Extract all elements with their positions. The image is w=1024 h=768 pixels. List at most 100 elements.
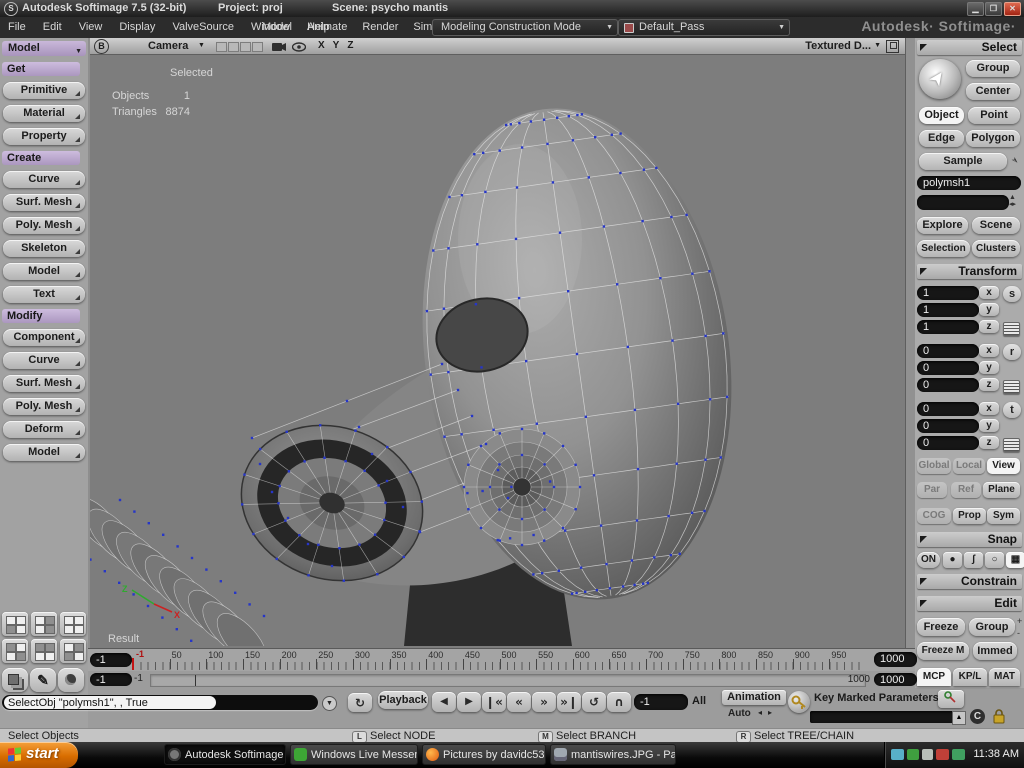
go-to-end-button[interactable]: »❙ (557, 692, 581, 712)
left-get-primitive-button[interactable]: Primitive (3, 82, 85, 99)
parameter-up-button[interactable]: ▲ (952, 711, 966, 725)
transform-axis-x-button[interactable]: x (979, 344, 999, 357)
transform-t-z-field[interactable]: 0 (917, 436, 979, 450)
go-to-start-button[interactable]: ❙« (482, 692, 506, 712)
viewport-letter-button[interactable]: B (94, 39, 109, 54)
auto-key-label[interactable]: Auto (728, 708, 751, 719)
viewport-3d-canvas[interactable] (90, 54, 905, 646)
sample-button[interactable]: Sample (919, 153, 1007, 170)
transform-s-x-field[interactable]: 1 (917, 286, 979, 300)
range-start-field[interactable]: -1 (90, 673, 132, 686)
camera-view-dropdown[interactable]: Camera (148, 38, 188, 54)
script-command-input[interactable] (4, 696, 216, 709)
transform-r-x-field[interactable]: 0 (917, 344, 979, 358)
tab-mat[interactable]: MAT (989, 668, 1020, 686)
viewport-memo-4[interactable] (252, 42, 263, 52)
update-tray-icon[interactable] (922, 749, 933, 760)
task-pictures-by-davidc53[interactable]: Pictures by davidc53... (422, 744, 546, 765)
left-create-skeleton-button[interactable]: Skeleton (3, 240, 85, 257)
messenger-tray-icon[interactable] (907, 749, 919, 760)
transform-s-y-field[interactable]: 1 (917, 303, 979, 317)
left-modify-curve-button[interactable]: Curve (3, 352, 85, 369)
task-mantiswires-jpg-paint[interactable]: mantiswires.JPG - Paint (550, 744, 676, 765)
left-create-curve-button[interactable]: Curve (3, 171, 85, 188)
menu-view[interactable]: View (79, 17, 103, 37)
transform-r-y-field[interactable]: 0 (917, 361, 979, 375)
ref-sym-button[interactable]: Sym (987, 508, 1020, 524)
range-end-field[interactable]: 1000 (874, 673, 917, 686)
volume-tray-icon[interactable] (952, 749, 965, 760)
range-slider-handle[interactable] (195, 675, 196, 686)
selection-name-field[interactable]: polymsh1 (917, 176, 1021, 190)
selection-extra-field[interactable] (917, 195, 1009, 210)
selection-button[interactable]: Selection (917, 240, 970, 257)
playhead-marker[interactable] (132, 658, 134, 670)
transform-axis-y-button[interactable]: y (979, 303, 999, 316)
toolbar-menu-animate[interactable]: Animate (307, 17, 347, 37)
left-modify-component-button[interactable]: Component (3, 329, 85, 346)
close-button[interactable]: ✕ (1004, 2, 1021, 16)
command-history-dropdown[interactable]: ▼ (322, 696, 337, 711)
transform-axis-x-button[interactable]: x (979, 286, 999, 299)
transform-panel-header[interactable]: Transform (917, 264, 1022, 279)
left-modify-deform-button[interactable]: Deform (3, 421, 85, 438)
transform-s-z-field[interactable]: 1 (917, 320, 979, 334)
transform-r-list-icon[interactable] (1003, 380, 1020, 394)
menu-display[interactable]: Display (119, 17, 155, 37)
edit-group-button[interactable]: Group (969, 618, 1015, 636)
minimize-button[interactable]: ▁ (967, 2, 984, 16)
filter-object-button[interactable]: Object (919, 107, 964, 124)
left-create-text-button[interactable]: Text (3, 286, 85, 303)
key-marked-parameters-button[interactable]: Key Marked Parameters (814, 692, 939, 704)
viewport-memo-2[interactable] (228, 42, 239, 52)
toolbar-mode-dropdown[interactable]: Model (2, 41, 86, 56)
viewport-memo-1[interactable] (216, 42, 227, 52)
toolbar-menu-render[interactable]: Render (362, 17, 398, 37)
ref-cog-button[interactable]: COG (917, 508, 951, 524)
title-bar[interactable]: S Autodesk Softimage 7.5 (32-bit) Projec… (0, 0, 1024, 17)
task-autodesk-softimage[interactable]: Autodesk Softimage ... (164, 744, 286, 765)
audio-toggle-button[interactable]: ∩ (607, 692, 631, 712)
left-modify-poly-mesh-button[interactable]: Poly. Mesh (3, 398, 85, 415)
toolbar-menu-model[interactable]: Model (262, 17, 292, 37)
snap-grid-button[interactable]: ▦ (1006, 552, 1024, 568)
viewport-axis-buttons[interactable]: XYZ (318, 38, 361, 54)
viewport-axis-z[interactable]: Z (347, 40, 361, 51)
left-get-property-button[interactable]: Property (3, 128, 85, 145)
layout-preset-5-button[interactable] (31, 639, 57, 663)
ref-ref-button[interactable]: Ref (951, 482, 981, 498)
tab-kp-l[interactable]: KP/L (953, 668, 987, 686)
snap-on-button[interactable]: ON (917, 552, 940, 568)
snap-curve-button[interactable]: ʃ (964, 552, 983, 568)
ref-global-button[interactable]: Global (917, 458, 951, 474)
snap-boundary-button[interactable]: ○ (985, 552, 1004, 568)
viewport-memo-3[interactable] (240, 42, 251, 52)
left-create-surf-mesh-button[interactable]: Surf. Mesh (3, 194, 85, 211)
immed-button[interactable]: Immed (973, 642, 1017, 660)
timeline-end-field[interactable]: 1000 (874, 652, 917, 667)
snap-point-button[interactable]: ● (943, 552, 962, 568)
frame-step-back-button[interactable]: ◀ (432, 692, 456, 712)
selection-spinner[interactable]: ▲◂▸ (1009, 194, 1016, 208)
sample-flyout-icon[interactable]: ➣ (1008, 154, 1021, 167)
left-create-model-button[interactable]: Model (3, 263, 85, 280)
layout-preset-3-button[interactable] (60, 612, 86, 636)
transform-axis-y-button[interactable]: y (979, 419, 999, 432)
select-group-button[interactable]: Group (966, 60, 1020, 77)
select-center-button[interactable]: Center (966, 83, 1020, 100)
menu-file[interactable]: File (8, 17, 26, 37)
auto-next-button[interactable]: ▸ (768, 708, 772, 717)
all-button[interactable]: All (692, 695, 706, 707)
auto-prev-button[interactable]: ◂ (758, 708, 762, 717)
snap-panel-header[interactable]: Snap (917, 532, 1022, 547)
character-key-icon[interactable]: C (970, 709, 985, 724)
filter-polygon-button[interactable]: Polygon (966, 130, 1020, 147)
edit-minus-button[interactable]: - (1017, 628, 1020, 638)
transform-t-x-field[interactable]: 0 (917, 402, 979, 416)
freeze-button[interactable]: Freeze (917, 618, 965, 636)
left-get-material-button[interactable]: Material (3, 105, 85, 122)
current-frame-field[interactable]: -1 (634, 694, 688, 710)
ref-plane-button[interactable]: Plane (983, 482, 1020, 498)
transform-t-list-icon[interactable] (1003, 438, 1020, 452)
ref-local-button[interactable]: Local (953, 458, 985, 474)
